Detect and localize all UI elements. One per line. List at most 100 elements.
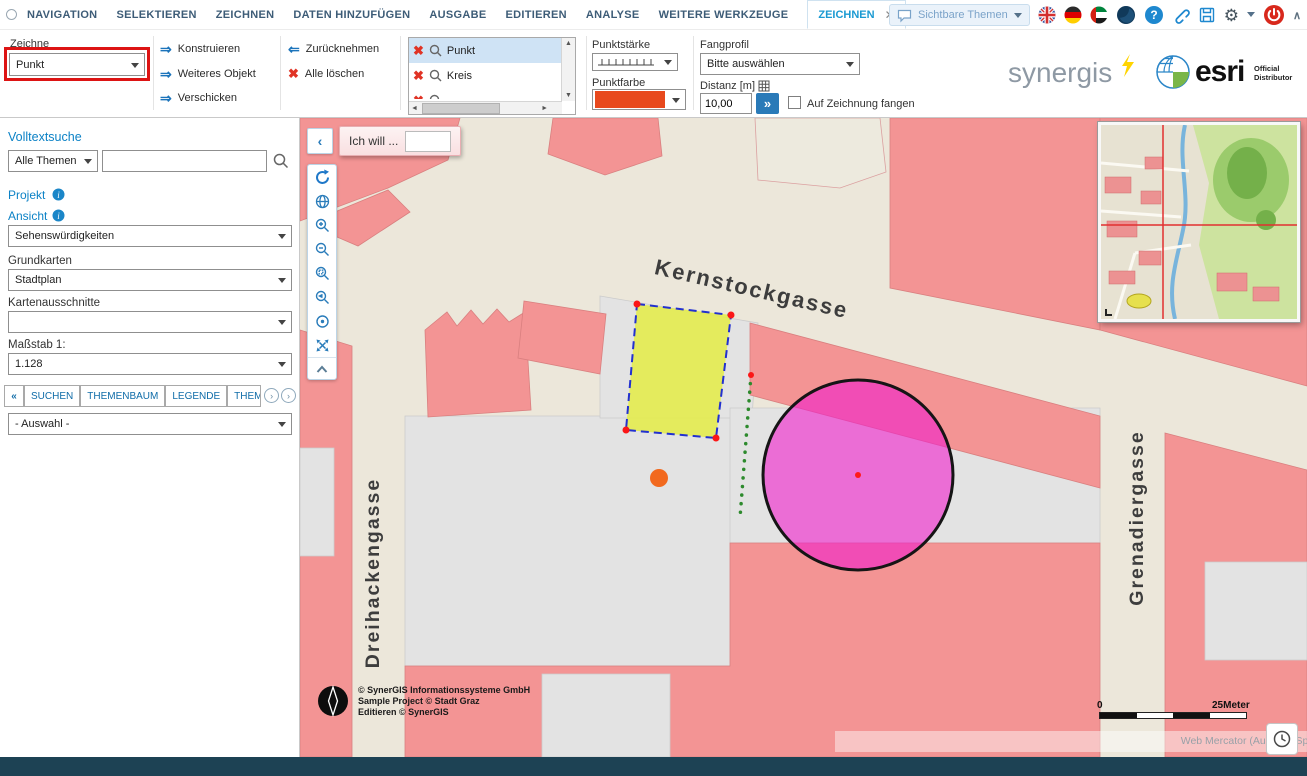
shape-row-clipped[interactable]: ✖ xyxy=(409,88,575,99)
zoom-previous-button[interactable] xyxy=(308,285,336,309)
tab-suchen[interactable]: SUCHEN xyxy=(24,385,80,407)
tab-ausgabe[interactable]: AUSGABE xyxy=(429,9,486,21)
massstab-value: 1.128 xyxy=(15,358,43,370)
zuruecknehmen-button[interactable]: ⇐ Zurücknehmen xyxy=(288,42,379,56)
visible-themes-button[interactable]: Sichtbare Themen xyxy=(889,4,1030,26)
center-button[interactable] xyxy=(308,309,336,333)
full-extent-icon xyxy=(315,338,330,353)
grundkarten-select[interactable]: Stadtplan xyxy=(8,269,292,291)
help-icon[interactable]: ? xyxy=(1144,5,1164,25)
delete-x-icon[interactable]: ✖ xyxy=(413,44,424,57)
zoom-window-button[interactable] xyxy=(308,261,336,285)
tab-zeichnen[interactable]: ZEICHNEN xyxy=(216,9,275,21)
massstab-combo[interactable]: 1.128 xyxy=(8,353,292,375)
search-icon[interactable] xyxy=(273,153,289,169)
collapse-header-icon[interactable]: ∧ xyxy=(1293,9,1301,22)
volltextsuche-link[interactable]: Volltextsuche xyxy=(8,130,82,144)
shape-row-punkt[interactable]: ✖ Punkt xyxy=(409,38,563,63)
distanz-input[interactable] xyxy=(700,93,752,114)
tab-selektieren[interactable]: SELEKTIEREN xyxy=(116,9,196,21)
tab-themenbaum[interactable]: THEMENBAUM xyxy=(80,385,165,407)
grid-icon[interactable] xyxy=(758,80,770,92)
info-icon[interactable]: i xyxy=(52,209,65,222)
vertex-dot[interactable] xyxy=(728,312,735,319)
tabstrip-home-icon[interactable]: « xyxy=(4,385,24,407)
scroll-down-icon[interactable]: ▼ xyxy=(562,92,575,99)
power-icon[interactable] xyxy=(1263,4,1285,26)
shape-row-kreis[interactable]: ✖ Kreis xyxy=(409,63,563,88)
apply-distance-button[interactable]: » xyxy=(756,93,779,114)
fulltext-search-input[interactable] xyxy=(102,150,267,172)
tab-editieren[interactable]: EDITIEREN xyxy=(506,9,567,21)
scroll-left-icon[interactable]: ◄ xyxy=(409,105,420,112)
gear-chevron-icon[interactable] xyxy=(1247,12,1255,21)
scrollbar-thumb[interactable] xyxy=(422,103,500,114)
refresh-button[interactable] xyxy=(308,165,336,189)
themes-filter-select[interactable]: Alle Themen xyxy=(8,150,98,172)
tab-legende[interactable]: LEGENDE xyxy=(165,385,227,407)
projekt-label[interactable]: Projekt xyxy=(8,188,45,202)
tab-weitere-werkzeuge[interactable]: WEITERE WERKZEUGE xyxy=(659,9,789,21)
zoom-in-button[interactable] xyxy=(308,213,336,237)
tab-them-clipped[interactable]: THEM xyxy=(227,385,261,407)
fangprofil-select[interactable]: Bitte auswählen xyxy=(700,53,860,75)
kartenausschnitte-select[interactable] xyxy=(8,311,292,333)
synergis-bolt-icon xyxy=(1120,54,1134,78)
moon-icon[interactable] xyxy=(1116,5,1136,25)
snap-checkbox[interactable] xyxy=(788,96,801,109)
scroll-right-icon[interactable]: ► xyxy=(541,105,548,112)
list-vertical-scrollbar[interactable]: ▲▼ xyxy=(561,38,575,101)
history-clock-button[interactable] xyxy=(1266,723,1298,755)
tabstrip-scroll-right-icon[interactable]: › xyxy=(264,388,279,403)
zoom-out-button[interactable] xyxy=(308,237,336,261)
punktstaerke-select[interactable] xyxy=(592,53,678,71)
ich-will-box[interactable]: Ich will ... xyxy=(339,126,461,156)
auswahl-select[interactable]: - Auswahl - xyxy=(8,413,292,435)
collapse-panel-button[interactable]: ‹ xyxy=(307,128,333,154)
visible-themes-label: Sichtbare Themen xyxy=(918,9,1008,21)
delete-x-icon[interactable]: ✖ xyxy=(413,69,424,82)
list-horizontal-scrollbar[interactable]: ◄► xyxy=(409,101,562,114)
verschicken-button[interactable]: ⇒ Verschicken xyxy=(160,91,237,105)
weiteres-objekt-button[interactable]: ⇒Weiteres Objekt xyxy=(160,67,256,81)
alle-loeschen-button[interactable]: ✖Alle löschen xyxy=(288,67,364,80)
link-icon[interactable] xyxy=(1172,6,1190,24)
tab-navigation[interactable]: NAVIGATION xyxy=(27,9,97,21)
save-icon[interactable] xyxy=(1198,6,1216,24)
flag-ae-icon[interactable] xyxy=(1090,6,1108,24)
flag-uk-icon[interactable] xyxy=(1038,6,1056,24)
tabstrip-overflow-icon[interactable]: › xyxy=(281,388,296,403)
double-arrow-icon: ⇒ xyxy=(160,42,172,56)
ansicht-label[interactable]: Ansicht xyxy=(8,209,47,223)
vertex-dot[interactable] xyxy=(748,372,754,378)
zeichne-select[interactable]: Punkt xyxy=(9,53,145,76)
full-extent-button[interactable] xyxy=(308,333,336,357)
verschicken-label: Verschicken xyxy=(178,92,237,104)
flag-de-icon[interactable] xyxy=(1064,6,1082,24)
drawn-point[interactable] xyxy=(650,469,668,487)
vertex-dot[interactable] xyxy=(623,427,630,434)
zuruecknehmen-label: Zurücknehmen xyxy=(306,43,379,55)
ansicht-select[interactable]: Sehenswürdigkeiten xyxy=(8,225,292,247)
tab-analyse[interactable]: ANALYSE xyxy=(586,9,640,21)
refresh-icon xyxy=(314,169,331,186)
ich-will-input[interactable] xyxy=(405,131,451,152)
toolbar-collapse-button[interactable] xyxy=(308,357,336,379)
drawn-polygon[interactable] xyxy=(626,304,731,438)
esri-official-label: Official xyxy=(1254,64,1279,73)
tab-daten-hinzufuegen[interactable]: DATEN HINZUFÜGEN xyxy=(293,9,410,21)
scroll-up-icon[interactable]: ▲ xyxy=(562,38,575,47)
circle-center-dot[interactable] xyxy=(855,472,861,478)
globe-button[interactable] xyxy=(308,189,336,213)
vertex-dot[interactable] xyxy=(634,301,641,308)
vertex-dot[interactable] xyxy=(713,435,720,442)
info-icon[interactable]: i xyxy=(52,188,65,201)
gear-icon[interactable]: ⚙ xyxy=(1224,7,1239,24)
overview-map[interactable] xyxy=(1098,122,1300,322)
double-arrow-icon: ⇒ xyxy=(160,91,172,105)
copyright-block: © SynerGIS Informationssysteme GmbH Samp… xyxy=(358,685,530,718)
clock-icon xyxy=(1273,730,1291,748)
punktfarbe-swatch[interactable] xyxy=(592,89,686,110)
konstruieren-button[interactable]: ⇒Konstruieren xyxy=(160,42,240,56)
undo-arrow-icon: ⇐ xyxy=(288,42,300,56)
